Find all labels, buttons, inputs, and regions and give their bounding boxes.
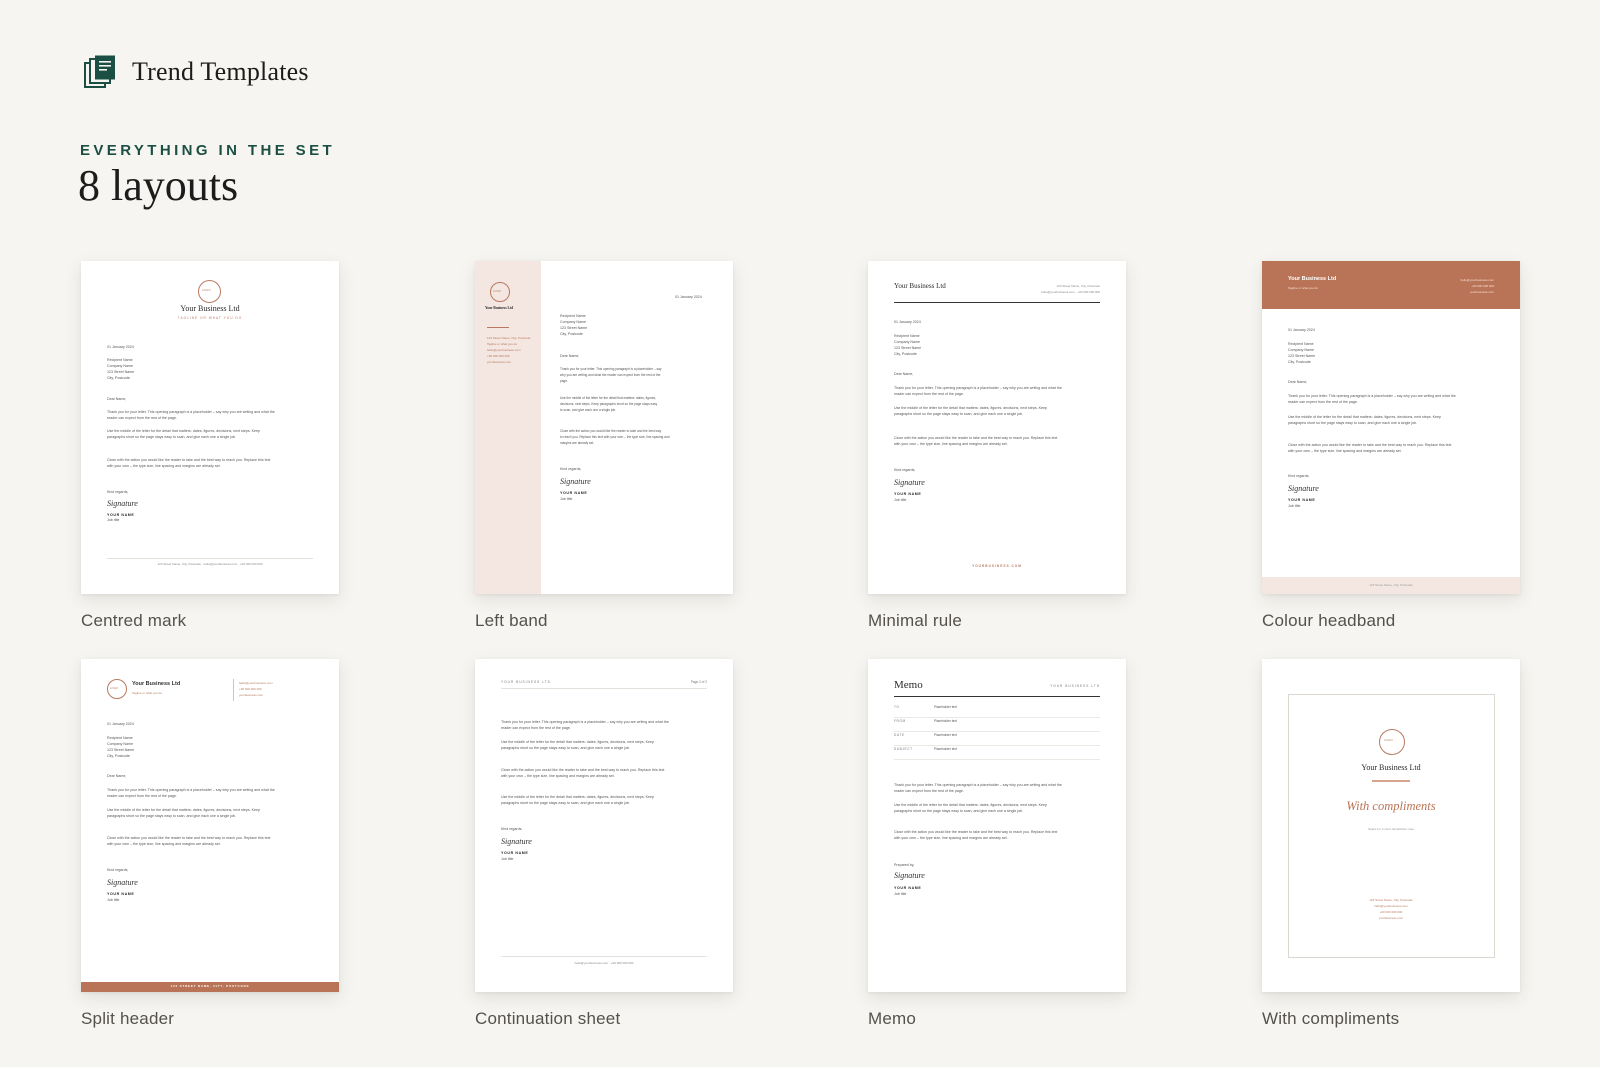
layout-card-continuation-sheet[interactable]: YOUR BUSINESS LTD Page 2 of 2 Thank you … [475,659,733,1029]
compliments-title: With compliments [1346,799,1436,813]
layout-card-memo[interactable]: Memo YOUR BUSINESS LTD TO Placeholder tex… [868,659,1126,1029]
layout-card-left-band[interactable]: LOGO Your Business Ltd 123 Street Name, … [475,261,733,631]
layout-name[interactable]: Left band [475,611,733,631]
memo-title: Memo [894,679,923,691]
page-title: 8 layouts [78,161,239,210]
layout-preview[interactable]: Your Business Ltd Tagline or what you do… [1262,261,1520,594]
layout-name[interactable]: With compliments [1262,1009,1520,1029]
layout-card-with-compliments[interactable]: LOGO Your Business Ltd With compliments … [1262,659,1520,1029]
layout-name[interactable]: Colour headband [1262,611,1520,631]
layout-preview[interactable]: LOGO Your Business Ltd With compliments … [1262,659,1520,992]
signature: Signature [107,499,138,508]
layout-card-centred-mark[interactable]: LOGO Your Business Ltd TAGLINE OR WHAT Y… [81,261,339,631]
layout-card-minimal-rule[interactable]: Your Business Ltd 123 Street Name, City,… [868,261,1126,631]
company-name: Your Business Ltd [180,304,240,313]
stacked-documents-icon [84,55,115,88]
layout-name[interactable]: Memo [868,1009,1126,1029]
layout-preview[interactable]: Your Business Ltd 123 Street Name, City,… [868,261,1126,594]
layout-name[interactable]: Split header [81,1009,339,1029]
layout-preview[interactable]: LOGO Your Business Ltd TAGLINE OR WHAT Y… [81,261,339,594]
header-rule [894,302,1100,303]
layout-card-colour-headband[interactable]: Your Business Ltd Tagline or what you do… [1262,261,1520,631]
layout-preview[interactable]: LOGO Your Business Ltd 123 Street Name, … [475,261,733,594]
layout-preview[interactable]: YOUR BUSINESS LTD Page 2 of 2 Thank you … [475,659,733,992]
layout-name[interactable]: Centred mark [81,611,339,631]
layout-name[interactable]: Minimal rule [868,611,1126,631]
layout-card-split-header[interactable]: LOGO Your Business Ltd Tagline or what y… [81,659,339,1029]
layout-preview[interactable]: Memo YOUR BUSINESS LTD TO Placeholder tex… [868,659,1126,992]
brand-name: Trend Templates [132,57,309,86]
layout-preview[interactable]: LOGO Your Business Ltd Tagline or what y… [81,659,339,992]
section-eyebrow: EVERYTHING IN THE SET [80,142,336,159]
brand: Trend Templates [84,55,309,89]
layout-name[interactable]: Continuation sheet [475,1009,733,1029]
